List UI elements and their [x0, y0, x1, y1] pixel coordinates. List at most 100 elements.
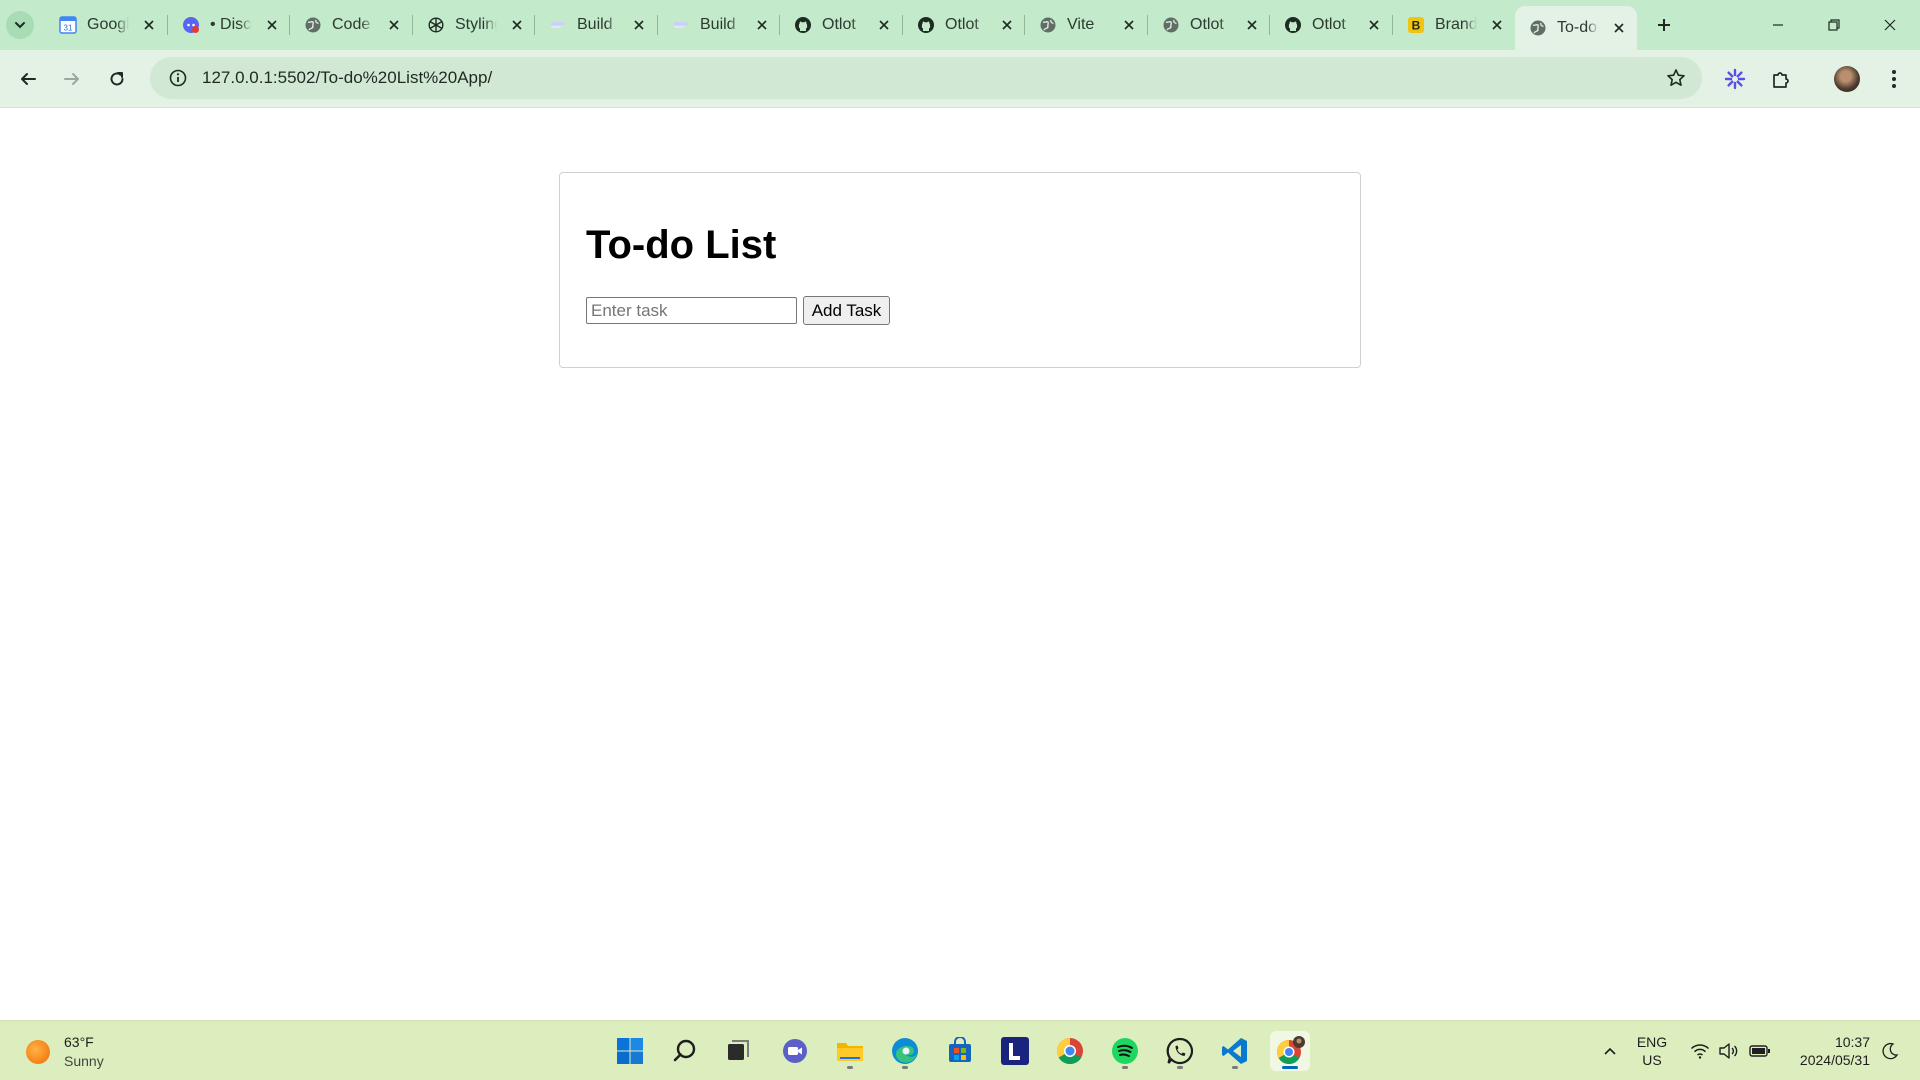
tab-separator — [1024, 15, 1025, 35]
document-icon — [672, 16, 690, 34]
taskbar-app-file-explorer[interactable] — [830, 1031, 870, 1071]
video-chat-icon — [783, 1039, 807, 1063]
tab-separator — [779, 15, 780, 35]
tab-close-button[interactable] — [874, 15, 894, 35]
sparkle-extension-icon — [1724, 68, 1746, 90]
tab-close-button[interactable] — [507, 15, 527, 35]
taskbar-app-chrome[interactable] — [1050, 1031, 1090, 1071]
windows-icon — [617, 1038, 643, 1064]
tab-close-button[interactable] — [1119, 15, 1139, 35]
minimize-button[interactable] — [1750, 0, 1806, 50]
puzzle-icon — [1773, 72, 1789, 88]
address-bar[interactable]: 127.0.0.1:5502/To-do%20List%20App/ — [150, 57, 1702, 99]
tab[interactable]: Otlot — [903, 8, 1025, 42]
tab-separator — [1392, 15, 1393, 35]
extension-button[interactable] — [1719, 63, 1751, 95]
tab-title: Styling — [455, 16, 497, 33]
taskbar-app-edge[interactable] — [885, 1031, 925, 1071]
battery-button[interactable] — [1748, 1021, 1772, 1080]
back-button[interactable] — [12, 63, 44, 95]
vscode-icon — [1222, 1038, 1247, 1064]
github-icon — [794, 16, 812, 34]
tab-search-button[interactable] — [6, 11, 34, 39]
svg-text:B: B — [1412, 19, 1421, 33]
browser-menu-button[interactable] — [1878, 63, 1910, 95]
taskbar-search-button[interactable] — [665, 1031, 705, 1071]
tab[interactable]: Otlot — [1148, 8, 1270, 42]
tab-separator — [289, 15, 290, 35]
tab-close-button[interactable] — [629, 15, 649, 35]
new-tab-button[interactable] — [1650, 11, 1678, 39]
tab-separator — [657, 15, 658, 35]
tab-title: Vite — [1067, 16, 1095, 33]
reload-icon — [110, 72, 124, 86]
weather-widget[interactable]: 63°F Sunny — [26, 1033, 104, 1071]
document-icon — [549, 16, 567, 34]
tab[interactable]: 31 Google Calendar — [45, 8, 167, 42]
tab-close-button[interactable] — [752, 15, 772, 35]
tab-close-button[interactable] — [384, 15, 404, 35]
add-task-button[interactable]: Add Task — [803, 296, 890, 325]
sun-icon — [26, 1040, 50, 1064]
close-window-button[interactable] — [1862, 0, 1918, 50]
tab[interactable]: Build — [658, 8, 780, 42]
taskbar-app-chrome-profile[interactable] — [1270, 1031, 1310, 1071]
forward-button[interactable] — [56, 63, 88, 95]
bookmark-button[interactable] — [1660, 62, 1692, 94]
notifications-button[interactable] — [1878, 1021, 1902, 1080]
taskbar-app-vscode[interactable] — [1215, 1031, 1255, 1071]
globe-icon — [1162, 16, 1180, 34]
tab-title: Otlot — [822, 16, 856, 33]
taskbar-app-store[interactable] — [940, 1031, 980, 1071]
tab-active[interactable]: To-do — [1515, 6, 1637, 50]
task-view-button[interactable] — [718, 1031, 758, 1071]
close-icon — [1124, 20, 1134, 30]
whatsapp-icon — [1166, 1037, 1194, 1065]
tab-title: Otlot — [1190, 16, 1224, 33]
url-text[interactable]: 127.0.0.1:5502/To-do%20List%20App/ — [202, 68, 492, 88]
page-title: To-do List — [586, 223, 777, 267]
close-icon — [879, 20, 889, 30]
profile-button[interactable] — [1831, 63, 1863, 95]
info-icon — [169, 69, 187, 87]
show-hidden-icons-button[interactable] — [1596, 1021, 1624, 1080]
extensions-menu-button[interactable] — [1765, 63, 1797, 95]
language-indicator[interactable]: ENG US — [1632, 1033, 1672, 1069]
network-button[interactable] — [1688, 1021, 1712, 1080]
tab-close-button[interactable] — [1609, 18, 1629, 38]
tab[interactable]: Otlot — [780, 8, 902, 42]
arrow-left-icon — [21, 73, 36, 85]
tab[interactable]: Build — [535, 8, 657, 42]
task-input[interactable] — [586, 297, 797, 324]
moon-icon — [1882, 1042, 1899, 1060]
more-vertical-icon — [1892, 70, 1896, 88]
tab-separator — [534, 15, 535, 35]
tab-close-button[interactable] — [262, 15, 282, 35]
tab-close-button[interactable] — [139, 15, 159, 35]
tab-close-button[interactable] — [997, 15, 1017, 35]
taskbar-app-meet[interactable] — [775, 1031, 815, 1071]
tab[interactable]: Otlot — [1270, 8, 1392, 42]
tab[interactable]: • Discord — [168, 8, 290, 42]
language-code: ENG — [1636, 1034, 1668, 1050]
clock[interactable]: 10:37 2024/05/31 — [1786, 1033, 1870, 1069]
weather-text: 63°F Sunny — [64, 1033, 104, 1071]
todo-container: To-do List Add Task — [559, 172, 1361, 368]
tab[interactable]: Styling — [413, 8, 535, 42]
tab[interactable]: Code — [290, 8, 412, 42]
taskbar-app-spotify[interactable] — [1105, 1031, 1145, 1071]
start-button[interactable] — [610, 1031, 650, 1071]
reload-button[interactable] — [101, 63, 133, 95]
edge-icon — [892, 1038, 918, 1064]
tab-close-button[interactable] — [1364, 15, 1384, 35]
close-icon — [512, 20, 522, 30]
tab-close-button[interactable] — [1242, 15, 1262, 35]
tab[interactable]: Vite — [1025, 8, 1147, 42]
tab-close-button[interactable] — [1487, 15, 1507, 35]
tab[interactable]: B Brand — [1393, 8, 1515, 42]
volume-button[interactable] — [1716, 1021, 1740, 1080]
taskbar-app-whatsapp[interactable] — [1160, 1031, 1200, 1071]
restore-button[interactable] — [1806, 0, 1862, 50]
site-info-button[interactable] — [158, 58, 198, 98]
taskbar-app-l[interactable] — [995, 1031, 1035, 1071]
